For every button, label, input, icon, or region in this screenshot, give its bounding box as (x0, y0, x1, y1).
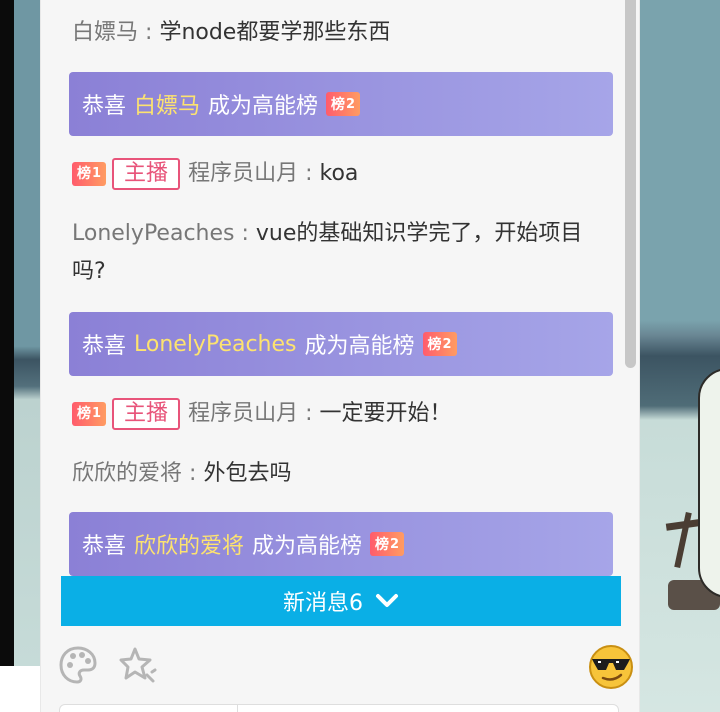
rank-suffix: 成为高能榜 (304, 334, 415, 359)
background-left-landscape (14, 0, 40, 666)
message-separator: : (305, 401, 313, 426)
anchor-message: 榜 1 主播 程序员山月 : koa (72, 155, 612, 193)
rank-badge: 榜1 (72, 162, 107, 186)
chat-message: 欣欣的爱将 : 外包去吗 (72, 455, 612, 493)
message-username[interactable]: 白嫖马 (72, 20, 138, 45)
anchor-message: 榜 1 主播 程序员山月 : 一定要开始！ (72, 395, 612, 433)
message-separator: : (189, 461, 197, 486)
rank-announcement: 恭喜 欣欣的爱将 成为高能榜 榜2 (69, 512, 613, 576)
chat-message: 白嫖马 : 学node都要学那些东西 (72, 14, 612, 52)
chat-toolbar (41, 630, 641, 700)
message-text: 学node都要学那些东西 (159, 20, 391, 45)
rank-badge: 榜2 (326, 92, 361, 116)
chat-message: LonelyPeaches : vue的基础知识学完了，开始项目 吗? (72, 215, 612, 291)
rank-badge: 榜1 (72, 402, 107, 426)
background-left-edge (0, 0, 14, 666)
rank-badge-number: 2 (390, 536, 400, 552)
rank-badge-number: 1 (92, 166, 102, 181)
rank-prefix: 恭喜 (82, 534, 127, 559)
rank-username[interactable]: 白嫖马 (134, 88, 200, 120)
rank-badge: 榜2 (422, 332, 457, 356)
input-divider (237, 704, 238, 712)
rank-badge-number: 2 (442, 336, 452, 352)
rank-badge-number: 1 (92, 406, 102, 421)
background-left-corner (0, 666, 40, 712)
message-list[interactable]: 白嫖马 : 学node都要学那些东西 恭喜 白嫖马 成为高能榜 榜2 榜 1 主播程… (41, 0, 641, 576)
rank-suffix: 成为高能榜 (252, 534, 363, 559)
rank-badge-number: 2 (346, 96, 356, 112)
message-text-continued: 吗? (72, 259, 106, 284)
sparkle-star-icon[interactable] (117, 644, 159, 686)
rank-username[interactable]: 欣欣的爱将 (134, 528, 244, 560)
message-text: 一定要开始！ (319, 401, 452, 426)
rank-badge-label: 榜 (77, 166, 91, 182)
new-messages-label: 新消息6 (283, 591, 363, 616)
anchor-tag: 主播 (112, 398, 181, 430)
message-username[interactable]: 程序员山月 (188, 401, 298, 426)
message-separator: : (241, 221, 249, 246)
anchor-tag: 主播 (112, 158, 181, 190)
message-username[interactable]: LonelyPeaches (72, 221, 234, 246)
rank-badge-label: 榜 (375, 537, 390, 553)
background-character (698, 368, 720, 598)
rank-badge-label: 榜 (427, 337, 442, 353)
rank-badge-label: 榜 (77, 406, 91, 422)
message-separator: : (145, 20, 153, 45)
rank-suffix: 成为高能榜 (208, 94, 319, 119)
rank-announcement: 恭喜 LonelyPeaches 成为高能榜 榜2 (69, 312, 613, 376)
chat-panel: 白嫖马 : 学node都要学那些东西 恭喜 白嫖马 成为高能榜 榜2 榜 1 主播程… (40, 0, 640, 712)
rank-announcement: 恭喜 白嫖马 成为高能榜 榜2 (69, 72, 613, 136)
message-text: koa (319, 161, 359, 186)
message-separator: : (305, 161, 313, 186)
cool-sunglasses-emoji-icon[interactable] (587, 642, 635, 690)
rank-badge-label: 榜 (331, 97, 346, 113)
chat-input-area[interactable] (59, 704, 619, 712)
chevron-down-icon (376, 594, 398, 607)
rank-username[interactable]: LonelyPeaches (134, 332, 296, 357)
message-username[interactable]: 程序员山月 (188, 161, 298, 186)
rank-prefix: 恭喜 (82, 94, 127, 119)
message-username[interactable]: 欣欣的爱将 (72, 461, 182, 486)
rank-prefix: 恭喜 (82, 334, 127, 359)
message-text: vue的基础知识学完了，开始项目 (255, 221, 583, 246)
palette-icon[interactable] (57, 644, 99, 686)
message-text: 外包去吗 (203, 461, 292, 486)
message-line: LonelyPeaches : vue的基础知识学完了，开始项目 (72, 215, 612, 253)
new-messages-button[interactable]: 新消息6 (61, 576, 621, 626)
rank-badge: 榜2 (370, 532, 405, 556)
scrollbar-thumb[interactable] (625, 0, 636, 368)
